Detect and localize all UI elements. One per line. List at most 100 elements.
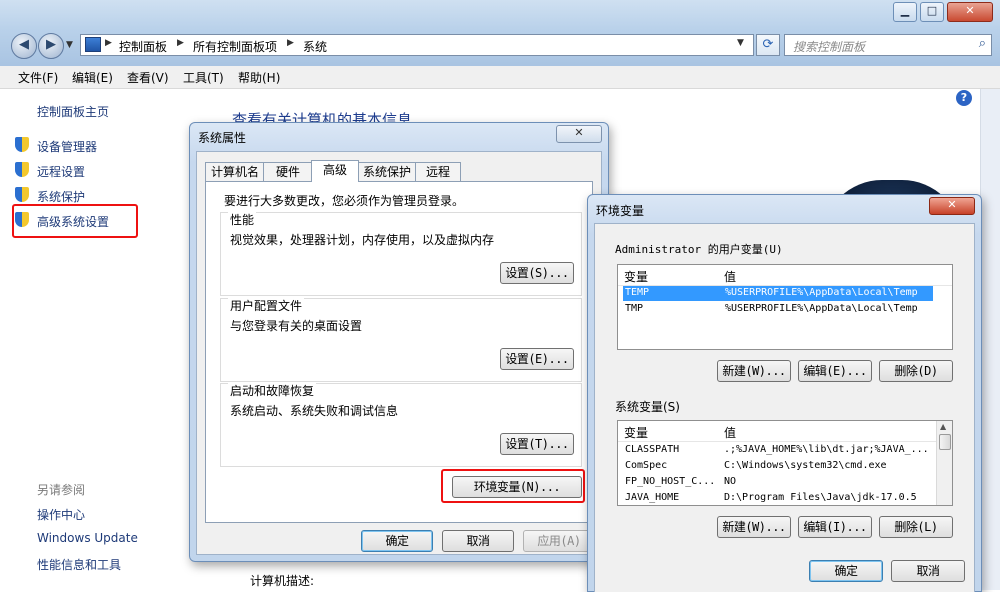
startup-recovery-settings-button[interactable]: 设置(T)... (500, 433, 574, 455)
user-var-name[interactable]: TEMP (625, 287, 649, 298)
system-var-name[interactable]: CLASSPATH (625, 444, 679, 455)
system-var-value[interactable]: C:\Windows\system32\cmd.exe (724, 460, 887, 471)
startup-recovery-description: 系统启动、系统失败和调试信息 (230, 404, 399, 418)
close-button[interactable]: ✕ (947, 2, 993, 22)
user-profiles-description: 与您登录有关的桌面设置 (230, 319, 363, 333)
dialog-body: Administrator 的用户变量(U) 变量 值 TEMP %USERPR… (594, 223, 975, 592)
uac-shield-icon (15, 162, 29, 177)
environment-variables-dialog: 环境变量 ✕ Administrator 的用户变量(U) 变量 值 TEMP … (587, 194, 982, 592)
main-scrollbar[interactable] (980, 89, 1000, 590)
system-var-value[interactable]: D:\Program Files\Java\jdk-17.0.5 (724, 492, 917, 503)
startup-recovery-title: 启动和故障恢复 (228, 382, 317, 399)
user-variables-label: Administrator 的用户变量(U) (615, 243, 783, 256)
ok-button[interactable]: 确定 (361, 530, 433, 552)
system-delete-button[interactable]: 删除(L) (879, 516, 953, 538)
user-edit-button[interactable]: 编辑(E)... (798, 360, 872, 382)
performance-tools-link[interactable]: 性能信息和工具 (37, 556, 121, 573)
user-var-name[interactable]: TMP (625, 303, 643, 314)
admin-note: 要进行大多数更改，您必须作为管理员登录。 (224, 194, 465, 208)
menu-edit[interactable]: 编辑(E) (72, 69, 113, 86)
highlight-advanced-settings (12, 204, 138, 238)
system-edit-button[interactable]: 编辑(I)... (798, 516, 872, 538)
column-variable[interactable]: 变量 (624, 268, 648, 285)
dialog-title: 环境变量 (596, 204, 645, 218)
left-navigation-pane: 控制面板主页 设备管理器 远程设置 系统保护 高级系统设置 另请参阅 操作中心 … (0, 89, 190, 590)
user-var-value[interactable]: %USERPROFILE%\AppData\Local\Temp (725, 287, 918, 298)
breadcrumb-arrow-icon: ▶ (177, 38, 184, 48)
tab-advanced[interactable]: 高级 (311, 160, 359, 182)
dialog-title: 系统属性 (198, 131, 247, 145)
device-manager-link[interactable]: 设备管理器 (37, 138, 97, 155)
tab-computer-name[interactable]: 计算机名 (205, 162, 265, 182)
tab-remote[interactable]: 远程 (415, 162, 461, 182)
user-profiles-settings-button[interactable]: 设置(E)... (500, 348, 574, 370)
maximize-button[interactable]: □ (920, 2, 944, 22)
address-dropdown-icon[interactable]: ▼ (737, 38, 744, 48)
help-icon[interactable]: ? (956, 90, 972, 106)
column-variable[interactable]: 变量 (624, 424, 648, 441)
user-variables-list[interactable]: 变量 值 TEMP %USERPROFILE%\AppData\Local\Te… (617, 264, 953, 350)
search-placeholder: 搜索控制面板 (793, 40, 866, 54)
system-protection-link[interactable]: 系统保护 (37, 188, 85, 205)
remote-settings-link[interactable]: 远程设置 (37, 163, 85, 180)
back-arrow-icon[interactable]: ◀ (11, 33, 37, 59)
system-var-name[interactable]: FP_NO_HOST_C... (625, 476, 715, 487)
breadcrumb-system[interactable]: 系统 (303, 38, 327, 55)
system-variables-scrollbar[interactable]: ▲ (936, 421, 952, 505)
user-delete-button[interactable]: 删除(D) (879, 360, 953, 382)
system-var-name[interactable]: JAVA_HOME (625, 492, 679, 503)
breadcrumb-control-panel[interactable]: 控制面板 (119, 38, 167, 55)
tab-hardware[interactable]: 硬件 (263, 162, 313, 182)
list-header: 变量 值 (618, 265, 952, 286)
system-variables-label: 系统变量(S) (615, 400, 680, 414)
menu-help[interactable]: 帮助(H) (238, 69, 280, 86)
scroll-up-icon[interactable]: ▲ (940, 422, 946, 431)
performance-title: 性能 (228, 211, 257, 228)
system-var-name[interactable]: ComSpec (625, 460, 667, 471)
breadcrumb-all-items[interactable]: 所有控制面板项 (193, 38, 277, 55)
performance-settings-button[interactable]: 设置(S)... (500, 262, 574, 284)
search-input[interactable]: 搜索控制面板 ⌕ (784, 34, 992, 56)
cancel-button[interactable]: 取消 (891, 560, 965, 582)
uac-shield-icon (15, 137, 29, 152)
recent-pages-chevron-icon[interactable]: ▼ (66, 40, 73, 50)
close-icon[interactable]: ✕ (929, 197, 975, 215)
system-new-button[interactable]: 新建(W)... (717, 516, 791, 538)
search-icon[interactable]: ⌕ (979, 36, 986, 51)
refresh-icon[interactable]: ⟳ (756, 34, 780, 56)
user-var-value[interactable]: %USERPROFILE%\AppData\Local\Temp (725, 303, 918, 314)
scroll-thumb[interactable] (939, 434, 951, 450)
control-panel-icon (85, 37, 101, 52)
apply-button: 应用(A) (523, 530, 595, 552)
close-icon[interactable]: ✕ (556, 125, 602, 143)
column-value[interactable]: 值 (724, 268, 736, 285)
menu-view[interactable]: 查看(V) (127, 69, 169, 86)
menu-bar: 文件(F) 编辑(E) 查看(V) 工具(T) 帮助(H) (0, 66, 1000, 89)
system-var-value[interactable]: .;%JAVA_HOME%\lib\dt.jar;%JAVA_... (724, 444, 929, 455)
tab-system-protection[interactable]: 系统保护 (357, 162, 417, 182)
system-var-value[interactable]: NO (724, 476, 736, 487)
see-also-heading: 另请参阅 (37, 483, 86, 497)
control-panel-home-link[interactable]: 控制面板主页 (37, 103, 109, 120)
address-bar[interactable]: ▶ 控制面板 ▶ 所有控制面板项 ▶ 系统 ▼ (80, 34, 754, 56)
menu-tools[interactable]: 工具(T) (183, 69, 224, 86)
ok-button[interactable]: 确定 (809, 560, 883, 582)
explorer-titlebar: ▁ □ ✕ ◀ ▶ ▼ ▶ 控制面板 ▶ 所有控制面板项 ▶ 系统 ▼ ⟳ 搜索… (0, 0, 1000, 66)
highlight-environment-variables (441, 469, 585, 503)
breadcrumb-arrow-icon: ▶ (287, 38, 294, 48)
cancel-button[interactable]: 取消 (442, 530, 514, 552)
system-variables-list[interactable]: 变量 值 CLASSPATH .;%JAVA_HOME%\lib\dt.jar;… (617, 420, 953, 506)
windows-update-link[interactable]: Windows Update (37, 531, 138, 545)
user-profiles-title: 用户配置文件 (228, 297, 305, 314)
column-value[interactable]: 值 (724, 424, 736, 441)
menu-file[interactable]: 文件(F) (18, 69, 58, 86)
computer-description-label: 计算机描述: (250, 574, 315, 588)
performance-description: 视觉效果，处理器计划，内存使用，以及虚拟内存 (230, 233, 495, 247)
uac-shield-icon (15, 187, 29, 202)
user-new-button[interactable]: 新建(W)... (717, 360, 791, 382)
list-header: 变量 值 (618, 421, 937, 442)
action-center-link[interactable]: 操作中心 (37, 506, 85, 523)
forward-arrow-icon[interactable]: ▶ (38, 33, 64, 59)
breadcrumb-arrow-icon: ▶ (105, 38, 112, 48)
minimize-button[interactable]: ▁ (893, 2, 917, 22)
